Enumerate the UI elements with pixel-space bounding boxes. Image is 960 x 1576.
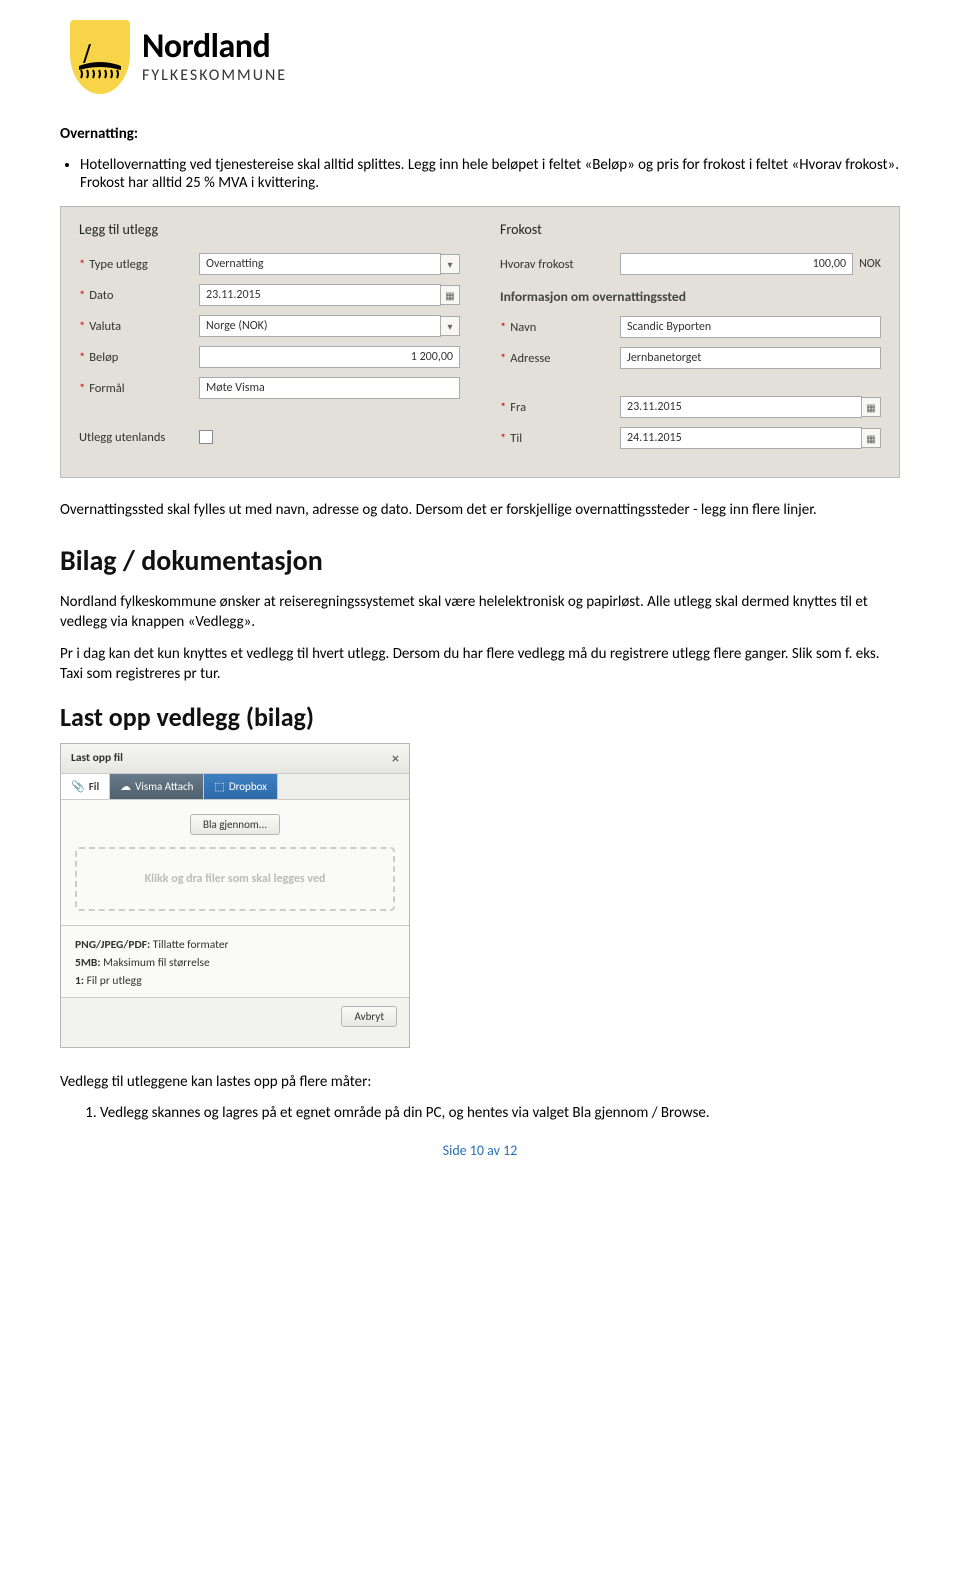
upload-dialog: Last opp fil × 📎 Fil ☁ Visma Attach ⬚ Dr… [60, 743, 410, 1048]
upload-info: PNG/JPEG/PDF: Tillatte formater 5MB: Mak… [61, 925, 409, 997]
label-fra: Fra [510, 400, 526, 415]
form-right-col: Frokost Hvorav frokost 100,00 NOK Inform… [500, 221, 881, 457]
upload-title: Last opp fil [71, 751, 123, 765]
after-upload-list: Vedlegg skannes og lagres på et egnet om… [100, 1104, 900, 1122]
after-upload-item: Vedlegg skannes og lagres på et egnet om… [100, 1104, 900, 1122]
after-upload-text: Vedlegg til utleggene kan lastes opp på … [60, 1072, 900, 1092]
tab-visma-label: Visma Attach [135, 780, 193, 793]
row-belop: *Beløp 1 200,00 [79, 345, 460, 369]
intro-bullet: Hotellovernatting ved tjenestereise skal… [80, 156, 900, 192]
info-l1a: PNG/JPEG/PDF: [75, 938, 150, 952]
label-formal: Formål [89, 381, 124, 396]
heading-upload: Last opp vedlegg (bilag) [60, 701, 900, 733]
input-type[interactable]: Overnatting [199, 253, 441, 275]
row-adresse: *Adresse Jernbanetorget [500, 346, 881, 370]
label-type: Type utlegg [89, 257, 148, 272]
input-adresse[interactable]: Jernbanetorget [620, 347, 881, 369]
upload-titlebar: Last opp fil × [61, 744, 409, 774]
brand-text: Nordland FYLKESKOMMUNE [142, 30, 287, 85]
calendar-icon[interactable]: ▦ [440, 285, 460, 305]
label-utenlands: Utlegg utenlands [79, 430, 165, 445]
tab-dropbox-label: Dropbox [229, 780, 267, 793]
suffix-nok: NOK [859, 257, 881, 271]
label-frokost: Hvorav frokost [500, 257, 574, 272]
input-fra[interactable]: 23.11.2015 [620, 396, 862, 418]
upload-footer: Avbryt [61, 997, 409, 1047]
intro-list: Hotellovernatting ved tjenestereise skal… [80, 156, 900, 192]
info-l1b: Tillatte formater [150, 938, 228, 952]
tab-dropbox[interactable]: ⬚ Dropbox [204, 774, 278, 799]
brand-header: Nordland FYLKESKOMMUNE [70, 20, 900, 94]
input-frokost[interactable]: 100,00 [620, 253, 853, 275]
input-formal[interactable]: Møte Visma [199, 377, 460, 399]
dropdown-icon[interactable]: ▾ [440, 254, 460, 274]
form-left-title: Legg til utlegg [79, 221, 460, 238]
label-belop: Beløp [89, 350, 118, 365]
bilag-p1: Nordland fylkeskommune ønsker at reisere… [60, 592, 900, 633]
browse-button[interactable]: Bla gjennom... [190, 814, 280, 835]
row-formal: *Formål Møte Visma [79, 376, 460, 400]
label-navn: Navn [510, 320, 536, 335]
row-utenlands: Utlegg utenlands [79, 425, 460, 449]
row-til: *Til 24.11.2015 ▦ [500, 426, 881, 450]
label-til: Til [510, 431, 522, 446]
form-left-col: Legg til utlegg *Type utlegg Overnatting… [79, 221, 460, 457]
label-valuta: Valuta [89, 319, 121, 334]
input-navn[interactable]: Scandic Byporten [620, 316, 881, 338]
heading-bilag: Bilag / dokumentasjon [60, 543, 900, 578]
upload-tabs: 📎 Fil ☁ Visma Attach ⬚ Dropbox [61, 774, 409, 800]
brand-name: Nordland [142, 30, 287, 64]
label-adresse: Adresse [510, 351, 550, 366]
info-l3a: 1: [75, 974, 84, 988]
calendar-icon[interactable]: ▦ [861, 428, 881, 448]
row-dato: *Dato 23.11.2015 ▦ [79, 283, 460, 307]
after-form-text: Overnattingssted skal fylles ut med navn… [60, 500, 900, 520]
dropdown-icon[interactable]: ▾ [440, 316, 460, 336]
crest-icon [70, 20, 130, 94]
checkbox-utenlands[interactable] [199, 430, 213, 444]
input-til[interactable]: 24.11.2015 [620, 427, 862, 449]
input-valuta[interactable]: Norge (NOK) [199, 315, 441, 337]
row-type: *Type utlegg Overnatting ▾ [79, 252, 460, 276]
dropbox-icon: ⬚ [214, 780, 224, 793]
intro-heading: Overnatting: [60, 124, 900, 144]
row-valuta: *Valuta Norge (NOK) ▾ [79, 314, 460, 338]
close-icon[interactable]: × [392, 750, 399, 767]
tab-visma[interactable]: ☁ Visma Attach [110, 774, 204, 799]
cloud-icon: ☁ [120, 780, 131, 793]
tab-fil[interactable]: 📎 Fil [61, 774, 110, 799]
row-navn: *Navn Scandic Byporten [500, 315, 881, 339]
label-dato: Dato [89, 288, 113, 303]
subhead-accom: Informasjon om overnattingssted [500, 288, 881, 305]
cancel-button[interactable]: Avbryt [341, 1006, 397, 1027]
expense-form: Legg til utlegg *Type utlegg Overnatting… [60, 206, 900, 478]
calendar-icon[interactable]: ▦ [861, 397, 881, 417]
tab-fil-label: Fil [89, 780, 99, 793]
info-l2a: 5MB: [75, 956, 101, 970]
input-belop[interactable]: 1 200,00 [199, 346, 460, 368]
paperclip-icon: 📎 [71, 780, 85, 793]
info-l3b: Fil pr utlegg [84, 974, 142, 988]
brand-sub: FYLKESKOMMUNE [142, 66, 287, 85]
bilag-p2: Pr i dag kan det kun knyttes et vedlegg … [60, 644, 900, 685]
upload-body: Bla gjennom... Klikk og dra filer som sk… [61, 800, 409, 925]
form-right-title: Frokost [500, 221, 881, 238]
row-frokost: Hvorav frokost 100,00 NOK [500, 252, 881, 276]
dropzone[interactable]: Klikk og dra filer som skal legges ved [75, 847, 395, 911]
row-fra: *Fra 23.11.2015 ▦ [500, 395, 881, 419]
info-l2b: Maksimum fil størrelse [101, 956, 210, 970]
page-footer: Side 10 av 12 [60, 1142, 900, 1159]
input-dato[interactable]: 23.11.2015 [199, 284, 441, 306]
